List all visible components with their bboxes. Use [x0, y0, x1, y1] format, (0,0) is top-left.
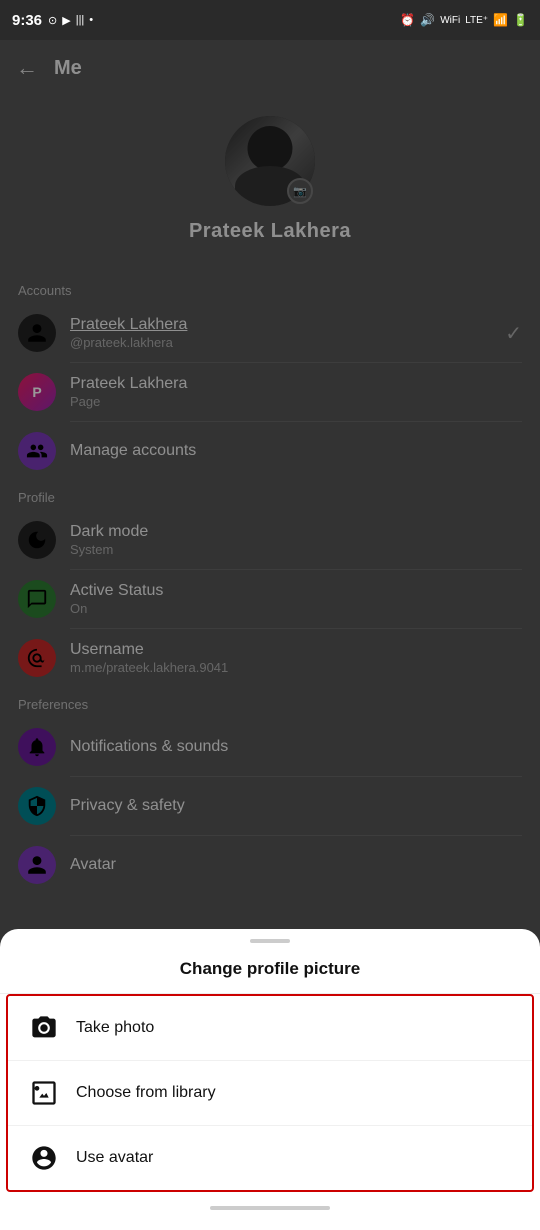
- use-avatar-icon: [28, 1142, 60, 1174]
- lte-icon: LTE⁺: [465, 15, 488, 26]
- bottom-sheet-title: Change profile picture: [0, 951, 540, 994]
- bottom-sheet: Change profile picture Take photo C: [0, 929, 540, 1230]
- take-photo-item[interactable]: Take photo: [8, 996, 532, 1060]
- instagram-icon: ⊙: [48, 14, 57, 27]
- bottom-sheet-handle: [250, 939, 290, 943]
- avatar-action-icon: [30, 1144, 58, 1172]
- take-photo-label: Take photo: [76, 1019, 154, 1037]
- alarm-icon: ⏰: [400, 13, 415, 27]
- camera-icon: [30, 1014, 58, 1042]
- use-avatar-item[interactable]: Use avatar: [8, 1125, 532, 1190]
- dot-icon: •: [89, 14, 93, 26]
- signal-strength-icon: 📶: [493, 13, 508, 27]
- wifi-icon: WiFi: [440, 15, 460, 26]
- take-photo-icon: [28, 1012, 60, 1044]
- battery-icon: 🔋: [513, 13, 528, 27]
- status-right: ⏰ 🔊 WiFi LTE⁺ 📶 🔋: [400, 13, 528, 27]
- action-items-container: Take photo Choose from library Use: [6, 994, 534, 1192]
- status-left-icons: ⊙ ▶ ||| •: [48, 14, 93, 27]
- choose-library-item[interactable]: Choose from library: [8, 1060, 532, 1125]
- youtube-icon: ▶: [62, 14, 70, 27]
- choose-library-icon: [28, 1077, 60, 1109]
- use-avatar-label: Use avatar: [76, 1149, 153, 1167]
- bottom-bar: [210, 1206, 330, 1210]
- gallery-icon: [30, 1079, 58, 1107]
- status-bar: 9:36 ⊙ ▶ ||| • ⏰ 🔊 WiFi LTE⁺ 📶 🔋: [0, 0, 540, 40]
- signal-icon: |||: [76, 14, 85, 26]
- volume-icon: 🔊: [420, 13, 435, 27]
- main-content: ← Me 📷 Prateek Lakhera Accounts Pratee: [0, 40, 540, 1230]
- status-time: 9:36: [12, 12, 42, 29]
- choose-library-label: Choose from library: [76, 1084, 216, 1102]
- status-left: 9:36 ⊙ ▶ ||| •: [12, 12, 93, 29]
